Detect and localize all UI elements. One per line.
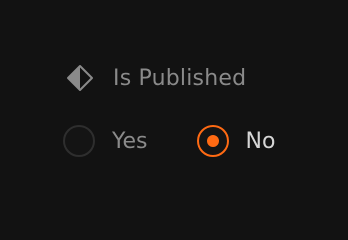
diamond-half-icon	[66, 64, 94, 92]
radio-no-label[interactable]: No	[246, 129, 276, 154]
radio-option-no[interactable]: No	[196, 125, 276, 157]
is-published-field-label: Is Published	[66, 62, 246, 94]
published-radio-group: Yes No	[63, 124, 275, 158]
radio-yes-circle[interactable]	[63, 125, 95, 157]
radio-no-circle[interactable]	[196, 125, 229, 157]
radio-option-yes[interactable]: Yes	[63, 125, 148, 157]
radio-selected-dot	[206, 135, 219, 147]
field-label-text: Is Published	[113, 65, 247, 91]
radio-yes-label[interactable]: Yes	[112, 129, 148, 154]
